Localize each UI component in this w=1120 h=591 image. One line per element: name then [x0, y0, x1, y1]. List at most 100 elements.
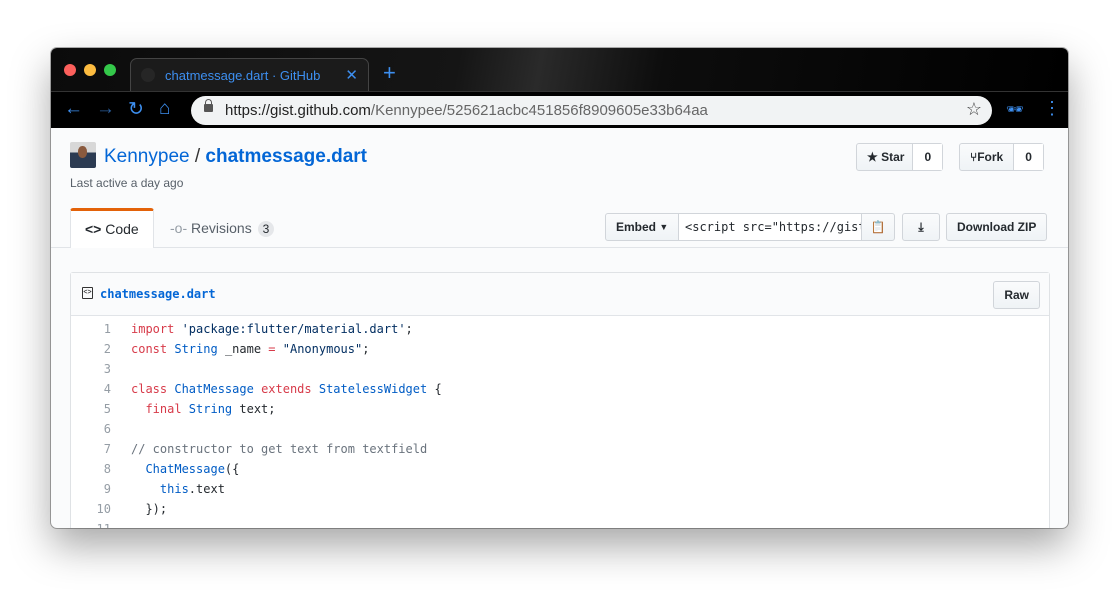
- line-code: const String _name = "Anonymous";: [111, 339, 369, 359]
- code-line: 7 // constructor to get text from textfie…: [71, 439, 1049, 459]
- embed-dropdown[interactable]: Embed ▼: [605, 213, 680, 241]
- code-line: 2 const String _name = "Anonymous";: [71, 339, 1049, 359]
- line-number[interactable]: 7: [71, 439, 111, 459]
- open-in-desktop-button[interactable]: ⤓: [902, 213, 940, 241]
- home-icon[interactable]: ⌂: [159, 98, 170, 120]
- embed-label: Embed: [616, 220, 657, 234]
- code-token: ;: [405, 322, 413, 336]
- forward-icon[interactable]: →: [96, 98, 115, 120]
- code-token: const: [131, 342, 175, 356]
- fork-button[interactable]: ⑂Fork 0: [959, 143, 1044, 171]
- back-icon[interactable]: ←: [64, 98, 83, 120]
- embed-input[interactable]: <script src="https://gist.github.com/Ken…: [678, 213, 862, 241]
- fork-count[interactable]: 0: [1013, 144, 1043, 170]
- star-icon: ★: [867, 150, 878, 164]
- reload-icon[interactable]: ↻: [128, 98, 144, 121]
- clipboard-icon: 📋: [870, 220, 886, 234]
- line-number[interactable]: 8: [71, 459, 111, 479]
- code-token: "Anonymous": [282, 342, 363, 356]
- browser-tab[interactable]: chatmessage.dart · GitHub ✕: [130, 58, 369, 92]
- line-number[interactable]: 11: [71, 519, 111, 528]
- line-number[interactable]: 6: [71, 419, 111, 439]
- new-tab-button[interactable]: +: [383, 60, 396, 86]
- browser-window: chatmessage.dart · GitHub ✕ + ← → ↻ ⌂ ht…: [51, 48, 1068, 528]
- code-line: 10 });: [71, 499, 1049, 519]
- avatar[interactable]: [70, 142, 96, 168]
- code-token: import: [131, 322, 182, 336]
- file-code-icon: <>: [82, 287, 93, 299]
- code-token: this: [131, 482, 189, 496]
- code-line: 5 final String text;: [71, 399, 1049, 419]
- tab-code-label: Code: [105, 221, 139, 237]
- code-token: extends: [261, 382, 319, 396]
- code-token: class: [131, 382, 175, 396]
- gist-page: Kennypee / chatmessage.dart Last active …: [51, 128, 1068, 528]
- line-number[interactable]: 5: [71, 399, 111, 419]
- line-code: this.text: [111, 479, 225, 499]
- line-number[interactable]: 2: [71, 339, 111, 359]
- code-token: ({: [224, 462, 240, 476]
- star-button[interactable]: ★ Star 0: [856, 143, 944, 171]
- revisions-count-badge: 3: [257, 221, 275, 237]
- download-zip-button[interactable]: Download ZIP: [946, 213, 1048, 241]
- code-line: 11: [71, 519, 1049, 528]
- line-number[interactable]: 1: [71, 319, 111, 339]
- code-line: 6: [71, 419, 1049, 439]
- line-number[interactable]: 3: [71, 359, 111, 379]
- code-token: });: [131, 502, 168, 516]
- line-number[interactable]: 10: [71, 499, 111, 519]
- line-number[interactable]: 4: [71, 379, 111, 399]
- code-line: 8 ChatMessage({: [71, 459, 1049, 479]
- tabs-divider: [51, 247, 1068, 248]
- maximize-window-button[interactable]: [104, 64, 116, 76]
- file-name-link[interactable]: chatmessage.dart: [100, 287, 216, 301]
- code-icon: <>: [85, 221, 102, 237]
- line-code: ChatMessage({: [111, 459, 239, 479]
- tab-revisions-label: Revisions: [191, 220, 252, 236]
- desktop-download-icon: ⤓: [918, 219, 924, 234]
- code-token: String: [174, 342, 225, 356]
- star-count[interactable]: 0: [912, 144, 943, 170]
- code-line: 1 import 'package:flutter/material.dart';: [71, 319, 1049, 339]
- fork-label[interactable]: ⑂Fork: [960, 150, 1013, 164]
- star-label[interactable]: ★ Star: [857, 150, 912, 164]
- gist-name-link[interactable]: chatmessage.dart: [205, 146, 367, 167]
- code-token: ChatMessage: [174, 382, 262, 396]
- code-token: StatelessWidget: [318, 382, 435, 396]
- gist-title: Kennypee / chatmessage.dart: [104, 146, 367, 168]
- code-token: String: [188, 402, 240, 416]
- url-path: /Kennypee/525621acbc451856f8909605e33b64…: [370, 102, 708, 119]
- code-lines: 1 import 'package:flutter/material.dart';…: [71, 316, 1049, 528]
- copy-to-clipboard-button[interactable]: 📋: [861, 213, 895, 241]
- url-host: https://gist.github.com: [225, 102, 371, 119]
- code-token: text;: [239, 402, 276, 416]
- owner-link[interactable]: Kennypee: [104, 146, 190, 167]
- code-line: 9 this.text: [71, 479, 1049, 499]
- file-box: <> chatmessage.dart Raw 1 import 'package…: [70, 272, 1050, 528]
- code-line: 4 class ChatMessage extends StatelessWidg…: [71, 379, 1049, 399]
- close-tab-icon[interactable]: ✕: [345, 66, 358, 84]
- line-code: class ChatMessage extends StatelessWidge…: [111, 379, 442, 399]
- address-bar[interactable]: https://gist.github.com/Kennypee/525621a…: [191, 96, 992, 125]
- menu-icon[interactable]: ⋮: [1043, 98, 1061, 119]
- code-token: _name: [224, 342, 269, 356]
- code-token: // constructor to get text from textfiel…: [131, 442, 428, 456]
- lock-icon: [204, 99, 213, 112]
- minimize-window-button[interactable]: [84, 64, 96, 76]
- raw-button[interactable]: Raw: [993, 281, 1040, 309]
- fork-label-text: Fork: [977, 150, 1004, 164]
- code-token: ChatMessage: [131, 462, 225, 476]
- line-code: });: [111, 499, 167, 519]
- title-separator: /: [194, 146, 201, 167]
- code-token: ;: [362, 342, 370, 356]
- incognito-icon[interactable]: 🕶: [1006, 101, 1024, 118]
- line-number[interactable]: 9: [71, 479, 111, 499]
- line-code: // constructor to get text from textfiel…: [111, 439, 427, 459]
- close-window-button[interactable]: [64, 64, 76, 76]
- line-code: final String text;: [111, 399, 276, 419]
- tab-strip: chatmessage.dart · GitHub ✕ +: [51, 48, 1068, 92]
- bookmark-star-icon[interactable]: ☆: [966, 99, 982, 120]
- tab-revisions[interactable]: -o- Revisions 3: [170, 220, 275, 237]
- tab-code[interactable]: <> Code: [70, 208, 154, 248]
- code-line: 3: [71, 359, 1049, 379]
